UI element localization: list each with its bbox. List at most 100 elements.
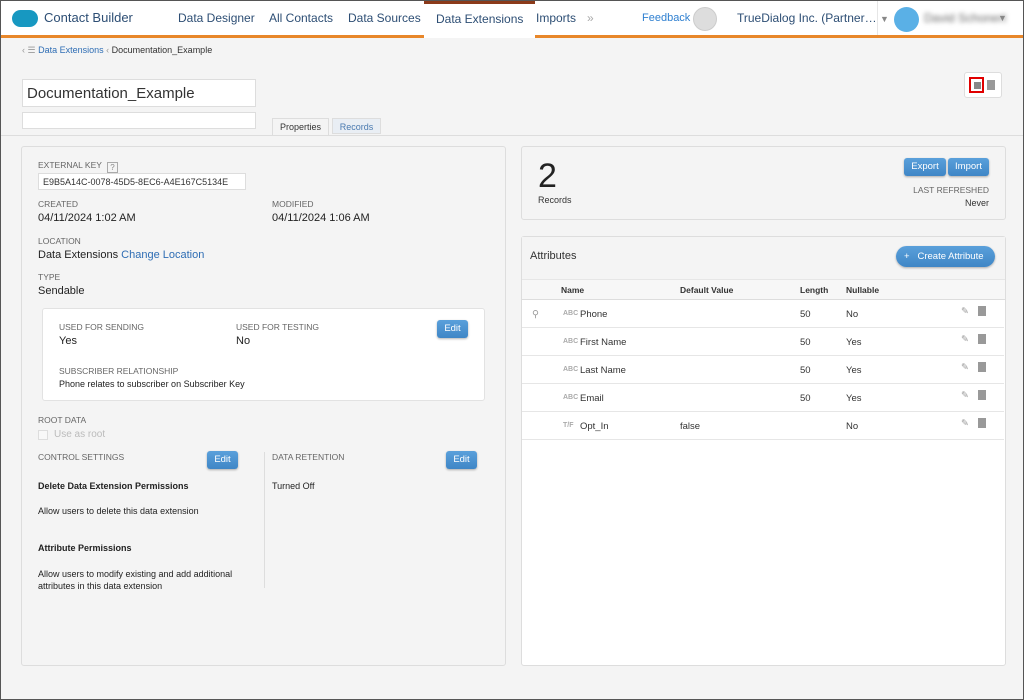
edit-pencil-icon[interactable]: ✎: [961, 362, 969, 373]
attributes-title: Attributes: [530, 250, 577, 262]
user-menu-chevron-icon[interactable]: ▼: [998, 1, 1007, 35]
breadcrumb-parent[interactable]: Data Extensions: [38, 45, 104, 55]
attr-length: 50: [800, 393, 811, 404]
properties-panel: EXTERNAL KEY ? E9B5A14C-0078-45D5-8EC6-A…: [21, 146, 506, 666]
table-row[interactable]: T/F Opt_In false No ✎: [522, 412, 1004, 440]
type-icon: ABC: [563, 394, 579, 401]
de-name-input[interactable]: Documentation_Example: [22, 79, 256, 107]
col-length[interactable]: Length: [800, 285, 828, 295]
type-icon: ABC: [563, 338, 579, 345]
user-avatar-icon[interactable]: [894, 7, 919, 32]
control-settings-label: CONTROL SETTINGS: [38, 452, 125, 462]
feedback-link[interactable]: Feedback: [642, 1, 690, 35]
attr-name: First Name: [580, 337, 627, 348]
einstein-avatar[interactable]: [693, 7, 717, 31]
attr-nullable: Yes: [846, 365, 862, 376]
used-for-sending-value: Yes: [59, 335, 77, 347]
type-icon: T/F: [563, 422, 574, 429]
table-row[interactable]: ABC Email 50 Yes ✎: [522, 384, 1004, 412]
tab-properties[interactable]: Properties: [272, 118, 329, 135]
nav-imports[interactable]: Imports: [536, 1, 576, 35]
copy-icon[interactable]: [969, 77, 984, 93]
table-row[interactable]: ABC First Name 50 Yes ✎: [522, 328, 1004, 356]
last-refreshed-label: LAST REFRESHED: [913, 185, 989, 195]
last-refreshed-value: Never: [964, 198, 989, 208]
nav-data-extensions[interactable]: Data Extensions: [424, 1, 536, 38]
attr-default: false: [680, 421, 701, 432]
edit-control-settings-button[interactable]: Edit: [207, 451, 238, 469]
records-label: Records: [538, 195, 572, 205]
nav-all-contacts[interactable]: All Contacts: [269, 1, 333, 35]
table-header: Name Default Value Length Nullable: [522, 279, 1005, 300]
attribute-permissions-title: Attribute Permissions: [38, 543, 132, 553]
plus-icon: +: [904, 251, 910, 262]
back-chevron-icon: ‹ ☰: [22, 45, 39, 55]
data-retention-value: Turned Off: [272, 481, 315, 491]
user-name[interactable]: David Schonert: [924, 1, 1006, 35]
used-for-testing-value: No: [236, 335, 251, 347]
breadcrumb-current: Documentation_Example: [111, 45, 213, 55]
attr-length: 50: [800, 337, 811, 348]
nav-data-designer[interactable]: Data Designer: [178, 1, 255, 35]
attr-name: Email: [580, 393, 604, 404]
col-name[interactable]: Name: [561, 285, 584, 295]
subscriber-relationship-value: Phone relates to subscriber on Subscribe…: [59, 379, 245, 389]
use-as-root-label: Use as root: [54, 429, 106, 440]
de-description-input[interactable]: [22, 112, 256, 129]
edit-pencil-icon[interactable]: ✎: [961, 306, 969, 317]
nav-more-chevron-icon[interactable]: »: [587, 1, 594, 35]
delete-permissions-title: Delete Data Extension Permissions: [38, 481, 189, 491]
help-icon[interactable]: ?: [107, 162, 118, 173]
col-default-value[interactable]: Default Value: [680, 285, 733, 295]
created-value: 04/11/2024 1:02 AM: [38, 212, 136, 224]
root-data-label: ROOT DATA: [38, 415, 87, 425]
create-attribute-button[interactable]: + Create Attribute: [896, 246, 995, 267]
attr-name: Opt_In: [580, 421, 609, 432]
use-as-root-checkbox[interactable]: [38, 430, 48, 440]
edit-pencil-icon[interactable]: ✎: [961, 334, 969, 345]
attr-name: Phone: [580, 309, 608, 320]
delete-permissions-desc: Allow users to delete this data extensio…: [38, 506, 199, 516]
primary-key-icon: ⚲: [532, 309, 539, 320]
actions-toolbar: [964, 72, 1002, 98]
table-row[interactable]: ⚲ ABC Phone 50 No ✎: [522, 300, 1004, 328]
records-count: 2: [538, 157, 557, 195]
top-nav: Contact Builder Data Designer All Contac…: [1, 1, 1023, 38]
trash-icon[interactable]: [978, 334, 986, 344]
modified-label: MODIFIED: [272, 199, 314, 209]
tab-records[interactable]: Records: [332, 118, 381, 134]
edit-sendable-button[interactable]: Edit: [437, 320, 468, 338]
salesforce-cloud-icon: [12, 10, 38, 27]
trash-icon[interactable]: [978, 418, 986, 428]
chevron-down-icon: ▼: [879, 14, 889, 24]
trash-icon[interactable]: [978, 390, 986, 400]
app-title[interactable]: Contact Builder: [44, 1, 133, 35]
create-attribute-label: Create Attribute: [917, 251, 984, 262]
edit-data-retention-button[interactable]: Edit: [446, 451, 477, 469]
attr-nullable: Yes: [846, 337, 862, 348]
export-button[interactable]: Export: [904, 158, 946, 176]
col-nullable[interactable]: Nullable: [846, 285, 879, 295]
attr-nullable: Yes: [846, 393, 862, 404]
trash-icon[interactable]: [978, 306, 986, 316]
external-key-label: EXTERNAL KEY: [38, 160, 102, 170]
location-label: LOCATION: [38, 236, 81, 246]
trash-icon[interactable]: [987, 80, 995, 90]
trash-icon[interactable]: [978, 362, 986, 372]
nav-data-sources[interactable]: Data Sources: [348, 1, 421, 35]
edit-pencil-icon[interactable]: ✎: [961, 418, 969, 429]
subscriber-relationship-label: SUBSCRIBER RELATIONSHIP: [59, 366, 179, 376]
table-row[interactable]: ABC Last Name 50 Yes ✎: [522, 356, 1004, 384]
attr-nullable: No: [846, 421, 859, 432]
edit-pencil-icon[interactable]: ✎: [961, 390, 969, 401]
org-switcher[interactable]: TrueDialog Inc. (Partner… ▼: [737, 1, 889, 35]
divider: [1, 135, 1023, 136]
type-value: Sendable: [38, 285, 85, 297]
external-key-input[interactable]: E9B5A14C-0078-45D5-8EC6-A4E167C5134E: [38, 173, 246, 190]
change-location-link[interactable]: Change Location: [121, 249, 204, 261]
location-value: Data Extensions: [38, 249, 119, 261]
created-label: CREATED: [38, 199, 78, 209]
used-for-sending-label: USED FOR SENDING: [59, 322, 145, 332]
import-button[interactable]: Import: [948, 158, 989, 176]
type-icon: ABC: [563, 310, 579, 317]
